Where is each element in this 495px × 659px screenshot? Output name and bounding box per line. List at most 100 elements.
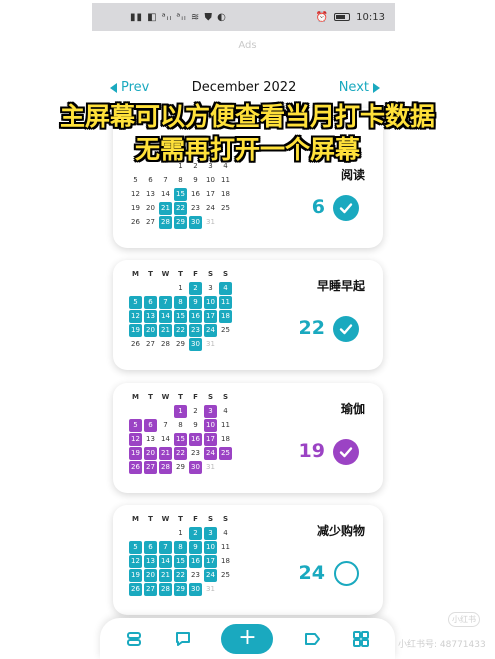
calendar-day[interactable]: 4 — [219, 527, 232, 540]
calendar-day[interactable]: 31 — [204, 461, 217, 474]
calendar-day[interactable]: 18 — [219, 310, 232, 323]
calendar-day[interactable]: 10 — [204, 419, 217, 432]
list-icon[interactable] — [124, 629, 144, 649]
calendar-day[interactable]: 12 — [129, 433, 142, 446]
calendar-day[interactable]: 22 — [174, 569, 187, 582]
calendar-day[interactable]: 25 — [219, 324, 232, 337]
calendar-day[interactable]: 1 — [174, 527, 187, 540]
calendar-day[interactable]: 23 — [189, 324, 202, 337]
calendar-day[interactable]: 28 — [159, 583, 172, 596]
calendar-day[interactable]: 5 — [129, 174, 142, 187]
calendar-day[interactable]: 14 — [159, 188, 172, 201]
calendar-day[interactable]: 21 — [159, 324, 172, 337]
calendar-day[interactable]: 28 — [159, 338, 172, 351]
calendar-day[interactable]: 8 — [174, 541, 187, 554]
calendar-day[interactable]: 20 — [144, 324, 157, 337]
checkmark-icon[interactable] — [333, 316, 359, 342]
calendar-day[interactable]: 30 — [189, 461, 202, 474]
calendar-day[interactable]: 8 — [174, 296, 187, 309]
calendar-day[interactable]: 11 — [219, 541, 232, 554]
calendar-day[interactable]: 27 — [144, 461, 157, 474]
calendar-day[interactable]: 14 — [159, 433, 172, 446]
calendar-day[interactable]: 18 — [219, 188, 232, 201]
calendar-day[interactable]: 23 — [189, 447, 202, 460]
calendar-day[interactable]: 12 — [129, 310, 142, 323]
calendar-day[interactable]: 30 — [189, 216, 202, 229]
calendar-day[interactable]: 31 — [204, 583, 217, 596]
calendar-day[interactable]: 7 — [159, 541, 172, 554]
calendar-day[interactable]: 6 — [144, 541, 157, 554]
calendar-day[interactable]: 13 — [144, 188, 157, 201]
calendar-day[interactable]: 3 — [204, 527, 217, 540]
calendar-day[interactable]: 26 — [129, 583, 142, 596]
calendar-day[interactable]: 11 — [219, 296, 232, 309]
calendar-day[interactable]: 20 — [144, 447, 157, 460]
calendar-day[interactable]: 22 — [174, 447, 187, 460]
calendar-day[interactable]: 19 — [129, 202, 142, 215]
calendar-day[interactable]: 20 — [144, 569, 157, 582]
grid-icon[interactable] — [351, 629, 371, 649]
calendar-day[interactable]: 1 — [174, 405, 187, 418]
calendar-day[interactable]: 25 — [219, 202, 232, 215]
calendar-day[interactable]: 20 — [144, 202, 157, 215]
calendar-day[interactable]: 17 — [204, 555, 217, 568]
calendar-day[interactable]: 5 — [129, 296, 142, 309]
calendar-day[interactable]: 15 — [174, 555, 187, 568]
calendar-day[interactable]: 24 — [204, 324, 217, 337]
add-button[interactable]: + — [221, 623, 274, 654]
checkmark-icon[interactable] — [333, 195, 359, 221]
calendar-day[interactable]: 25 — [219, 569, 232, 582]
calendar-day[interactable]: 27 — [144, 583, 157, 596]
calendar-day[interactable]: 8 — [174, 419, 187, 432]
calendar-day[interactable]: 14 — [159, 555, 172, 568]
habit-card[interactable]: M T W T F S S 1 2 3 4 5 6 7 8 9 10 11 12 13 14 15 16 17 18 19 20 21… — [113, 260, 383, 370]
calendar-day[interactable]: 24 — [204, 569, 217, 582]
calendar-day[interactable]: 21 — [159, 202, 172, 215]
calendar-day[interactable]: 7 — [159, 174, 172, 187]
calendar-day[interactable]: 27 — [144, 216, 157, 229]
calendar-day[interactable]: 6 — [144, 419, 157, 432]
calendar-day[interactable]: 30 — [189, 583, 202, 596]
calendar-day[interactable]: 5 — [129, 541, 142, 554]
calendar-day[interactable]: 19 — [129, 324, 142, 337]
calendar-day[interactable]: 15 — [174, 188, 187, 201]
habit-card[interactable]: M T W T F S S 1 2 3 4 5 6 7 8 9 10 11 12 13 14 15 16 17 18 19 20 21… — [113, 505, 383, 615]
calendar-day[interactable]: 7 — [159, 419, 172, 432]
calendar-day[interactable]: 16 — [189, 188, 202, 201]
prev-month-button[interactable]: Prev — [110, 80, 149, 95]
calendar-day[interactable]: 16 — [189, 310, 202, 323]
calendar-day[interactable]: 11 — [219, 419, 232, 432]
calendar-day[interactable]: 29 — [174, 338, 187, 351]
calendar-day[interactable]: 21 — [159, 447, 172, 460]
calendar-day[interactable]: 13 — [144, 433, 157, 446]
calendar-day[interactable]: 13 — [144, 310, 157, 323]
calendar-day[interactable]: 11 — [219, 174, 232, 187]
calendar-day[interactable]: 9 — [189, 174, 202, 187]
calendar-day[interactable]: 16 — [189, 433, 202, 446]
calendar-day[interactable]: 10 — [204, 174, 217, 187]
calendar-day[interactable]: 18 — [219, 433, 232, 446]
calendar-day[interactable]: 28 — [159, 216, 172, 229]
calendar-day[interactable]: 8 — [174, 174, 187, 187]
calendar-day[interactable]: 10 — [204, 296, 217, 309]
calendar-day[interactable]: 18 — [219, 555, 232, 568]
calendar-day[interactable]: 29 — [174, 583, 187, 596]
calendar-day[interactable]: 19 — [129, 569, 142, 582]
calendar-day[interactable]: 13 — [144, 555, 157, 568]
calendar-day[interactable]: 12 — [129, 188, 142, 201]
calendar-day[interactable]: 26 — [129, 338, 142, 351]
calendar-day[interactable]: 17 — [204, 310, 217, 323]
calendar-day[interactable]: 3 — [204, 405, 217, 418]
calendar-day[interactable]: 14 — [159, 310, 172, 323]
calendar-day[interactable]: 9 — [189, 541, 202, 554]
calendar-day[interactable]: 31 — [204, 338, 217, 351]
calendar-day[interactable]: 6 — [144, 174, 157, 187]
calendar-day[interactable]: 4 — [219, 282, 232, 295]
calendar-day[interactable]: 17 — [204, 188, 217, 201]
calendar-day[interactable]: 9 — [189, 296, 202, 309]
calendar-day[interactable]: 31 — [204, 216, 217, 229]
calendar-day[interactable]: 2 — [189, 405, 202, 418]
calendar-day[interactable]: 1 — [174, 282, 187, 295]
calendar-day[interactable]: 7 — [159, 296, 172, 309]
next-month-button[interactable]: Next — [339, 80, 380, 95]
